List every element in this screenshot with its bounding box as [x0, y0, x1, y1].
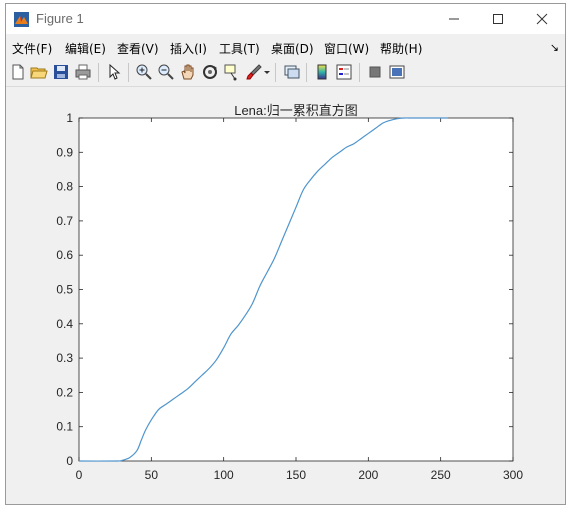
open-file-icon[interactable]	[30, 63, 48, 81]
title-bar: Figure 1	[6, 4, 565, 34]
toolbar-separator	[359, 63, 360, 82]
window-title: Figure 1	[36, 11, 84, 26]
y-tick-label: 0	[66, 454, 73, 468]
menu-bar: 文件(F) 编辑(E) 查看(V) 插入(I) 工具(T) 桌面(D) 窗口(W…	[6, 35, 565, 59]
show-plot-tools-icon[interactable]	[388, 63, 406, 81]
maximize-button[interactable]	[475, 4, 521, 34]
x-tick-label: 100	[214, 468, 234, 482]
x-tick-label: 300	[503, 468, 523, 482]
data-cursor-icon[interactable]	[223, 63, 241, 81]
menu-window[interactable]: 窗口(W)	[324, 40, 369, 57]
link-plot-icon[interactable]	[283, 63, 301, 81]
chart-title: Lena:归一累积直方图	[234, 103, 358, 118]
toolbar-separator	[98, 63, 99, 82]
menu-desktop[interactable]: 桌面(D)	[271, 40, 314, 57]
axes-area[interactable]	[78, 117, 514, 462]
x-tick-label: 250	[431, 468, 451, 482]
figure-canvas: Lena:归一累积直方图 0 0.1 0.2 0.3 0.4 0.5 0.6 0.7 0.8 0.…	[6, 87, 565, 504]
new-figure-icon[interactable]	[9, 63, 27, 81]
toolbar-separator	[306, 63, 307, 82]
menu-file[interactable]: 文件(F)	[12, 40, 52, 57]
menu-insert[interactable]: 插入(I)	[170, 40, 207, 57]
minimize-icon	[449, 18, 459, 20]
y-tick-label: 1	[66, 111, 73, 125]
figure-toolbar	[6, 60, 565, 87]
close-button[interactable]	[519, 4, 565, 34]
y-tick-label: 0.5	[56, 283, 73, 297]
plot-svg: Lena:归一累积直方图 0 0.1 0.2 0.3 0.4 0.5 0.6 0.7 0.8 0.…	[56, 103, 524, 482]
y-tick-labels: 0 0.1 0.2 0.3 0.4 0.5 0.6 0.7 0.8 0.9 1	[56, 111, 73, 468]
y-tick-label: 0.4	[56, 317, 73, 331]
y-tick-label: 0.9	[56, 145, 73, 159]
menu-tools[interactable]: 工具(T)	[219, 40, 260, 57]
zoom-out-icon[interactable]	[157, 63, 175, 81]
colorbar-icon[interactable]	[313, 63, 331, 81]
minimize-button[interactable]	[431, 4, 477, 34]
print-icon[interactable]	[74, 63, 92, 81]
matlab-logo-icon	[14, 12, 29, 27]
hide-plot-tools-icon[interactable]	[366, 63, 384, 81]
x-tick-label: 150	[286, 468, 306, 482]
undock-arrow-icon[interactable]: ↘	[550, 41, 559, 54]
brush-dropdown-icon[interactable]	[263, 63, 271, 81]
zoom-in-icon[interactable]	[135, 63, 153, 81]
y-tick-label: 0.7	[56, 214, 73, 228]
y-tick-label: 0.2	[56, 385, 73, 399]
rotate-3d-icon[interactable]	[201, 63, 219, 81]
save-icon[interactable]	[52, 63, 70, 81]
y-tick-label: 0.1	[56, 420, 73, 434]
menu-view[interactable]: 查看(V)	[117, 40, 159, 57]
menu-help[interactable]: 帮助(H)	[380, 40, 422, 57]
maximize-icon	[493, 14, 503, 24]
toolbar-separator	[128, 63, 129, 82]
y-tick-label: 0.8	[56, 180, 73, 194]
y-tick-label: 0.3	[56, 351, 73, 365]
x-tick-labels: 0 50 100 150 200 250 300	[76, 468, 524, 482]
toolbar-separator	[275, 63, 276, 82]
close-icon	[536, 13, 548, 25]
brush-icon[interactable]	[245, 63, 263, 81]
pan-icon[interactable]	[179, 63, 197, 81]
legend-icon[interactable]	[335, 63, 353, 81]
x-tick-label: 0	[76, 468, 83, 482]
figure-window: Figure 1 文件(F) 编辑(E) 查看(V) 插入(I) 工具(T) 桌…	[5, 3, 566, 505]
pointer-icon[interactable]	[105, 63, 123, 81]
menu-edit[interactable]: 编辑(E)	[65, 40, 106, 57]
x-tick-label: 50	[145, 468, 159, 482]
x-tick-label: 200	[358, 468, 378, 482]
y-tick-label: 0.6	[56, 248, 73, 262]
